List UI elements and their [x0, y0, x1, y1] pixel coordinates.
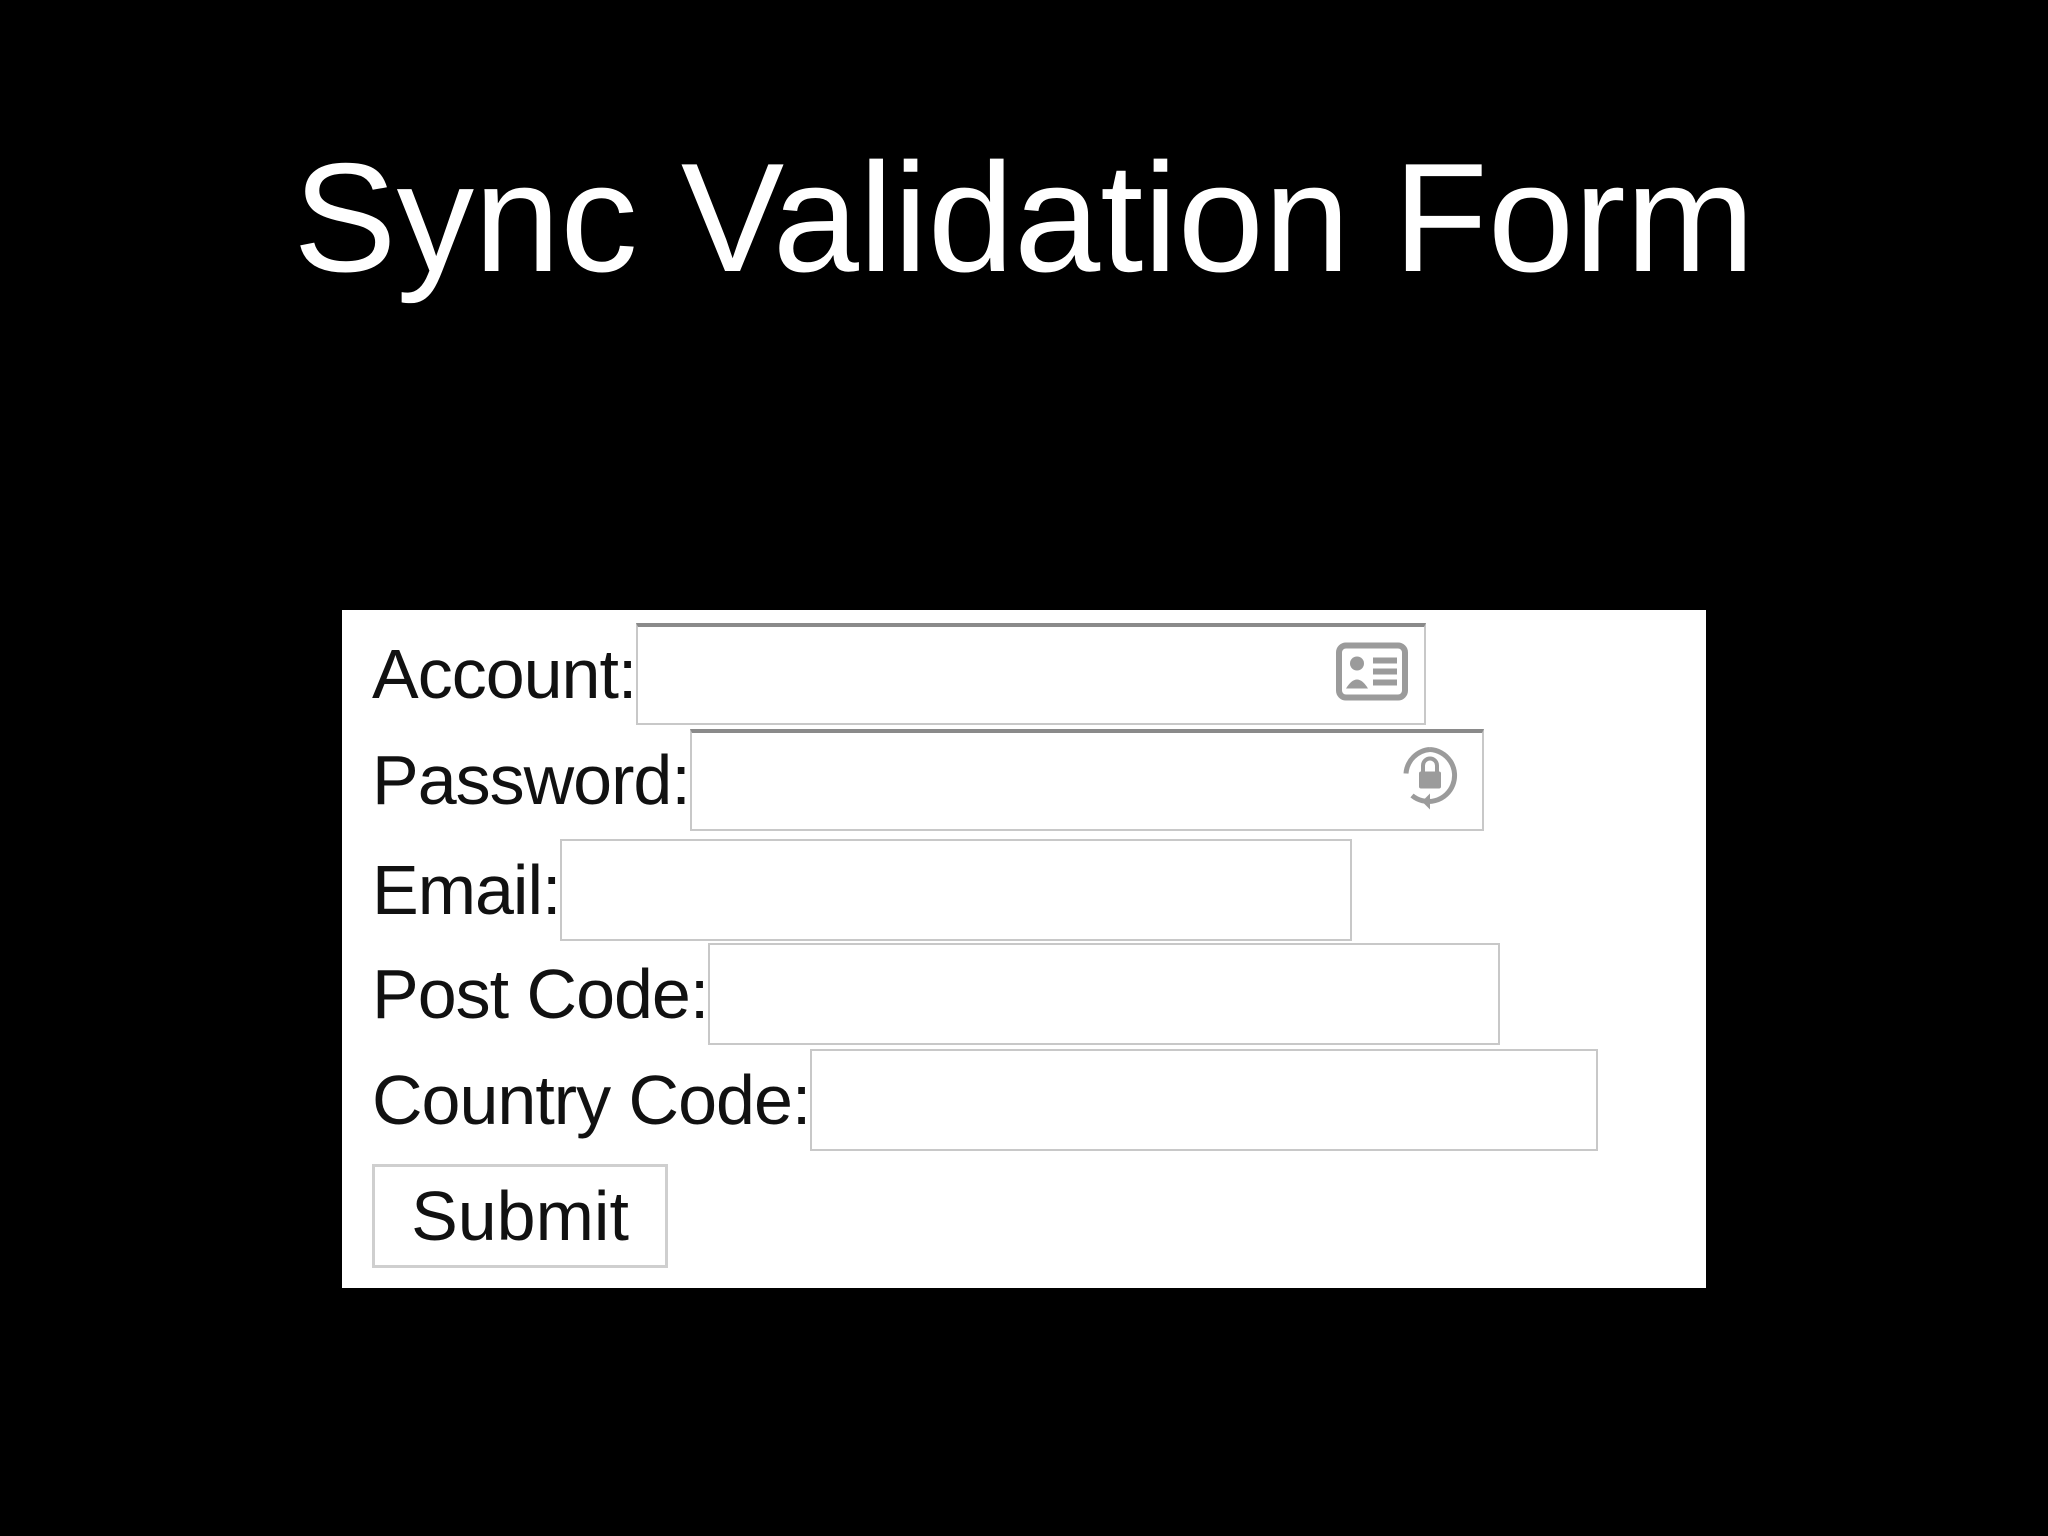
password-label: Password:: [372, 741, 691, 819]
account-input[interactable]: [636, 623, 1427, 725]
validation-form: Account: Password: Email: Post Code: Cou…: [342, 610, 1706, 1288]
country-code-field[interactable]: [810, 1049, 1599, 1151]
submit-button[interactable]: Submit: [372, 1164, 668, 1268]
account-label: Account:: [372, 635, 637, 713]
email-field[interactable]: [560, 839, 1353, 941]
password-input-wrap: [689, 729, 1484, 831]
password-lock-icon[interactable]: [1400, 744, 1460, 817]
password-input[interactable]: [689, 729, 1484, 831]
account-row: Account:: [372, 620, 1427, 728]
country-code-label: Country Code:: [372, 1061, 811, 1139]
post-code-row: Post Code:: [372, 940, 1501, 1048]
post-code-label: Post Code:: [372, 955, 709, 1033]
password-row: Password:: [372, 726, 1484, 834]
email-row: Email:: [372, 836, 1353, 944]
post-code-field[interactable]: [708, 943, 1501, 1045]
account-input-wrap: [636, 623, 1427, 725]
page-title: Sync Validation Form: [293, 131, 1755, 304]
email-label: Email:: [372, 851, 561, 929]
contact-card-icon[interactable]: [1336, 642, 1409, 706]
country-code-row: Country Code:: [372, 1046, 1599, 1154]
